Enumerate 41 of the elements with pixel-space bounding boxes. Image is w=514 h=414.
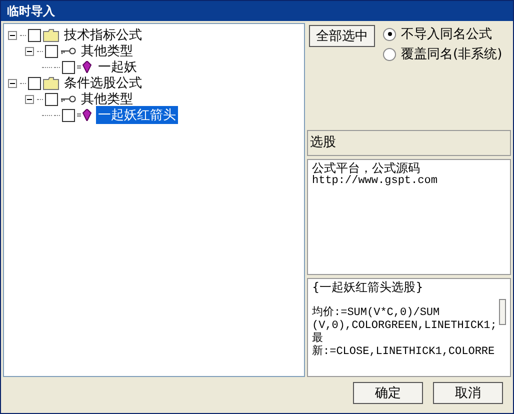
category-field[interactable]: 选股	[307, 130, 511, 156]
tree-item[interactable]: 条件选股公式	[62, 74, 144, 92]
tree-item[interactable]: 一起妖红箭头	[96, 106, 178, 124]
folder-icon	[43, 28, 59, 42]
window-title: 临时导入	[1, 1, 513, 21]
key-icon	[60, 47, 76, 55]
tree-item[interactable]: 技术指标公式	[62, 26, 144, 44]
tree-item[interactable]: 一起妖	[96, 58, 139, 76]
checkbox[interactable]	[62, 108, 75, 122]
source-box[interactable]: {一起妖红箭头选股} 均价:=SUM(V*C,0)/SUM (V,0),COLORGREEN,LINETHICK1; 最 新:=CLOSE,LINETHICK1,COLORRE	[307, 278, 511, 377]
radio-label[interactable]: 覆盖同名(非系统)	[401, 45, 502, 63]
checkbox[interactable]	[45, 44, 58, 58]
code-line: 新:=CLOSE,LINETHICK1,COLORRE	[312, 346, 496, 359]
description-box[interactable]: 公式平台，公式源码 http://www.gspt.com	[307, 159, 511, 275]
checkbox[interactable]	[45, 92, 58, 106]
radio-button[interactable]	[383, 48, 396, 60]
collapse-toggle[interactable]	[25, 46, 34, 56]
code-line: 最	[312, 333, 324, 345]
collapse-toggle[interactable]	[8, 30, 17, 40]
dialog-button[interactable]: 确定	[353, 382, 423, 404]
description-line: 公式平台，公式源码	[312, 162, 421, 175]
checkbox[interactable]	[62, 60, 75, 74]
radio-label[interactable]: 不导入同名公式	[401, 25, 492, 43]
code-line: {一起妖红箭头选股}	[312, 281, 424, 294]
folder-icon	[43, 76, 59, 90]
key-icon	[60, 95, 76, 103]
collapse-toggle[interactable]	[25, 94, 34, 104]
tree-item[interactable]: 其他类型	[79, 90, 135, 108]
checkbox[interactable]	[28, 28, 41, 42]
code-line: (V,0),COLORGREEN,LINETHICK1;	[312, 320, 497, 332]
radio-button[interactable]	[383, 28, 396, 40]
select-all-button[interactable]: 全部选中	[309, 25, 375, 47]
gem-icon	[77, 109, 93, 121]
checkbox[interactable]	[28, 76, 41, 90]
tree-item[interactable]: 其他类型	[79, 42, 135, 60]
collapse-toggle[interactable]	[8, 78, 17, 88]
dialog-button[interactable]: 取消	[433, 382, 503, 404]
description-line: http://www.gspt.com	[312, 175, 438, 188]
scrollbar-thumb[interactable]	[498, 299, 506, 325]
code-line: 均价:=SUM(V*C,0)/SUM	[312, 307, 441, 320]
gem-icon	[77, 61, 93, 73]
